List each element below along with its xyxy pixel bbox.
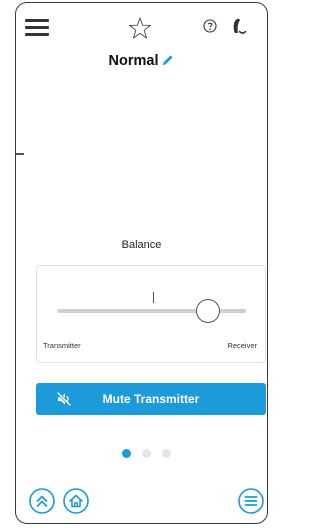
- pencil-icon[interactable]: [162, 54, 174, 66]
- top-bar: [16, 3, 267, 45]
- home-icon[interactable]: [63, 488, 89, 514]
- page-dot-active[interactable]: [122, 449, 131, 458]
- transmitter-label: Transmitter: [43, 341, 81, 350]
- hearing-aid-icon[interactable]: [231, 17, 247, 35]
- mute-transmitter-label: Mute Transmitter: [102, 392, 200, 406]
- balance-slider-thumb[interactable]: [196, 299, 221, 323]
- chevron-double-up-icon[interactable]: [29, 488, 55, 514]
- mute-transmitter-button[interactable]: Mute Transmitter: [36, 383, 266, 415]
- receiver-label: Receiver: [227, 341, 257, 350]
- star-icon[interactable]: [128, 17, 152, 39]
- menu-icon[interactable]: [25, 19, 49, 37]
- help-icon[interactable]: [203, 19, 217, 33]
- program-title[interactable]: Normal: [16, 53, 267, 69]
- balance-center-mark: [153, 292, 154, 303]
- frame-side-mark: [16, 153, 24, 155]
- balance-title: Balance: [121, 239, 162, 251]
- list-icon[interactable]: [238, 488, 264, 514]
- app-frame: Normal Balance Transmitter Receiver Mute…: [15, 2, 268, 524]
- balance-panel: Transmitter Receiver: [36, 265, 266, 363]
- page-dot[interactable]: [142, 449, 151, 458]
- program-name: Normal: [108, 53, 159, 69]
- page-dot[interactable]: [162, 449, 171, 458]
